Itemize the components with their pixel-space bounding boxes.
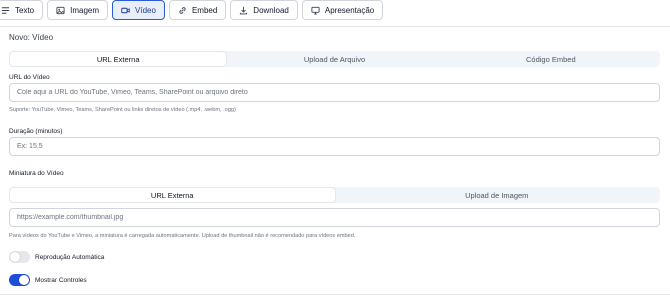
texto-button[interactable]: Texto (0, 0, 44, 20)
embed-button[interactable]: Embed (168, 0, 227, 20)
tab-codigo-embed[interactable]: Código Embed (443, 52, 659, 66)
texto-button-label: Texto (15, 5, 35, 15)
thumbnail-source-tabs: URL Externa Upload de Imagem (9, 187, 660, 203)
apresentacao-button-label: Apresentação (324, 5, 375, 15)
controls-label: Mostrar Controles (35, 277, 87, 284)
text-lines-icon (1, 6, 10, 14)
thumbnail-label: Miniatura do Vídeo (9, 170, 64, 177)
apresentacao-button[interactable]: Apresentação (301, 0, 384, 20)
tab-upload-de-arquivo[interactable]: Upload de Arquivo (226, 52, 442, 66)
divider (0, 294, 670, 295)
link-icon (179, 6, 186, 14)
autoplay-label: Reprodução Automática (35, 254, 105, 261)
image-icon (56, 6, 65, 14)
duration-input[interactable] (9, 137, 660, 156)
tab-thumbnail-upload-de-imagem[interactable]: Upload de Imagem (335, 188, 660, 202)
form-title: Novo: Vídeo (9, 33, 54, 42)
video-camera-icon (121, 7, 130, 13)
video-url-label: URL do Vídeo (9, 74, 50, 81)
thumbnail-url-input[interactable] (9, 208, 660, 227)
autoplay-toggle[interactable] (9, 251, 30, 263)
toggle-knob (19, 275, 29, 285)
video-button-label: Vídeo (135, 5, 156, 15)
video-url-input[interactable] (9, 83, 660, 102)
download-button-label: Download (253, 5, 289, 15)
thumbnail-help: Para vídeos do YouTube e Vimeo, a miniat… (9, 233, 356, 239)
toggle-knob (10, 252, 20, 262)
controls-toggle[interactable] (9, 274, 30, 286)
download-button[interactable]: Download (230, 0, 298, 20)
tab-thumbnail-url-externa[interactable]: URL Externa (10, 188, 335, 202)
imagem-button[interactable]: Imagem (47, 0, 109, 20)
video-source-tabs: URL Externa Upload de Arquivo Código Emb… (9, 51, 660, 67)
content-type-toolbar: Texto Imagem Vídeo Embed Download Aprese… (0, 0, 670, 22)
imagem-button-label: Imagem (70, 5, 100, 15)
embed-button-label: Embed (191, 5, 218, 15)
video-url-help: Suporte: YouTube, Vimeo, Teams, SharePoi… (9, 107, 236, 113)
duration-label: Duração (minutos) (9, 128, 63, 135)
video-button[interactable]: Vídeo (112, 0, 165, 20)
monitor-icon (311, 6, 320, 15)
download-icon (240, 6, 248, 14)
tab-url-externa[interactable]: URL Externa (10, 52, 227, 66)
